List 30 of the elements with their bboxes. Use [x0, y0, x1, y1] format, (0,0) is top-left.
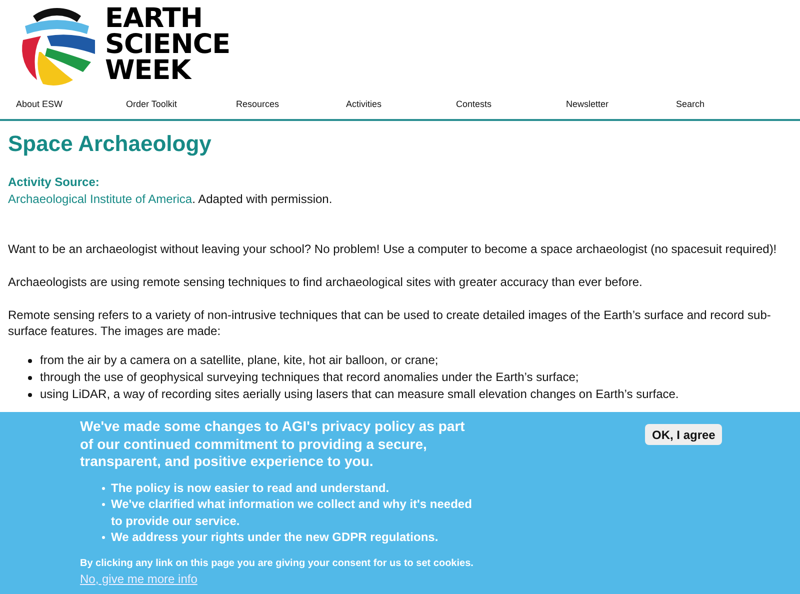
source-link[interactable]: Archaeological Institute of America	[8, 192, 192, 206]
bullet-icon	[102, 486, 105, 490]
bullet-icon	[102, 536, 105, 539]
source-text: Archaeological Institute of America. Adapted with permission.	[8, 191, 334, 207]
nav-link[interactable]: About ESW	[16, 99, 126, 119]
list-item: using LiDAR, a way of recording sites aerially using lasers that can measure small elevation changes on Earth’s surface.	[40, 386, 679, 403]
nav-link[interactable]: Contests	[456, 99, 566, 119]
banner-heading: We've made some changes to AGI's privacy policy as part of our continued commitment to providing a secure, transparent, and positive experience to you.	[80, 418, 466, 470]
bullet-icon	[28, 392, 32, 396]
body-paragraph: Remote sensing refers to a variety of non-intrusive techniques that can be used to create detailed images of the Earth’s surface and record sub-surface features. The images are made:	[8, 307, 772, 339]
bullet-icon	[102, 503, 105, 506]
nav-link[interactable]: Search	[676, 99, 786, 119]
nav-link[interactable]: Activities	[346, 99, 456, 119]
bullet-icon	[28, 376, 32, 380]
nav-link[interactable]: Order Toolkit	[126, 99, 236, 119]
body-paragraph: Want to be an archaeologist without leaving your school? No problem! Use a computer to become a space archaeologist (no spacesuit required)!	[8, 241, 778, 257]
consent-text: By clicking any link on this page you are giving your consent for us to set cookies.	[80, 558, 474, 568]
list-item: We address your rights under the new GDPR regulations.	[111, 529, 438, 546]
agree-button[interactable]: OK, I agree	[645, 424, 722, 445]
bullet-icon	[28, 358, 32, 362]
nav-link[interactable]: Newsletter	[566, 99, 676, 119]
body-paragraph: Archaeologists are using remote sensing techniques to find archaeological sites with greater accuracy than ever before.	[8, 274, 644, 290]
list-item: We've clarified what information we collect and why it's needed to provide our service.	[111, 496, 473, 529]
page-title: Space Archaeology	[8, 131, 212, 157]
list-item: The policy is now easier to read and understand.	[111, 480, 390, 496]
list-item: from the air by a camera on a satellite, plane, kite, hot air balloon, or crane;	[40, 352, 438, 369]
logo-wordmark: EARTH SCIENCE WEEK	[105, 6, 230, 84]
list-item: through the use of geophysical surveying techniques that record anomalies under the Earth’s surface;	[40, 369, 579, 386]
nav-link[interactable]: Resources	[236, 99, 346, 119]
source-label: Activity Source:	[8, 175, 100, 189]
